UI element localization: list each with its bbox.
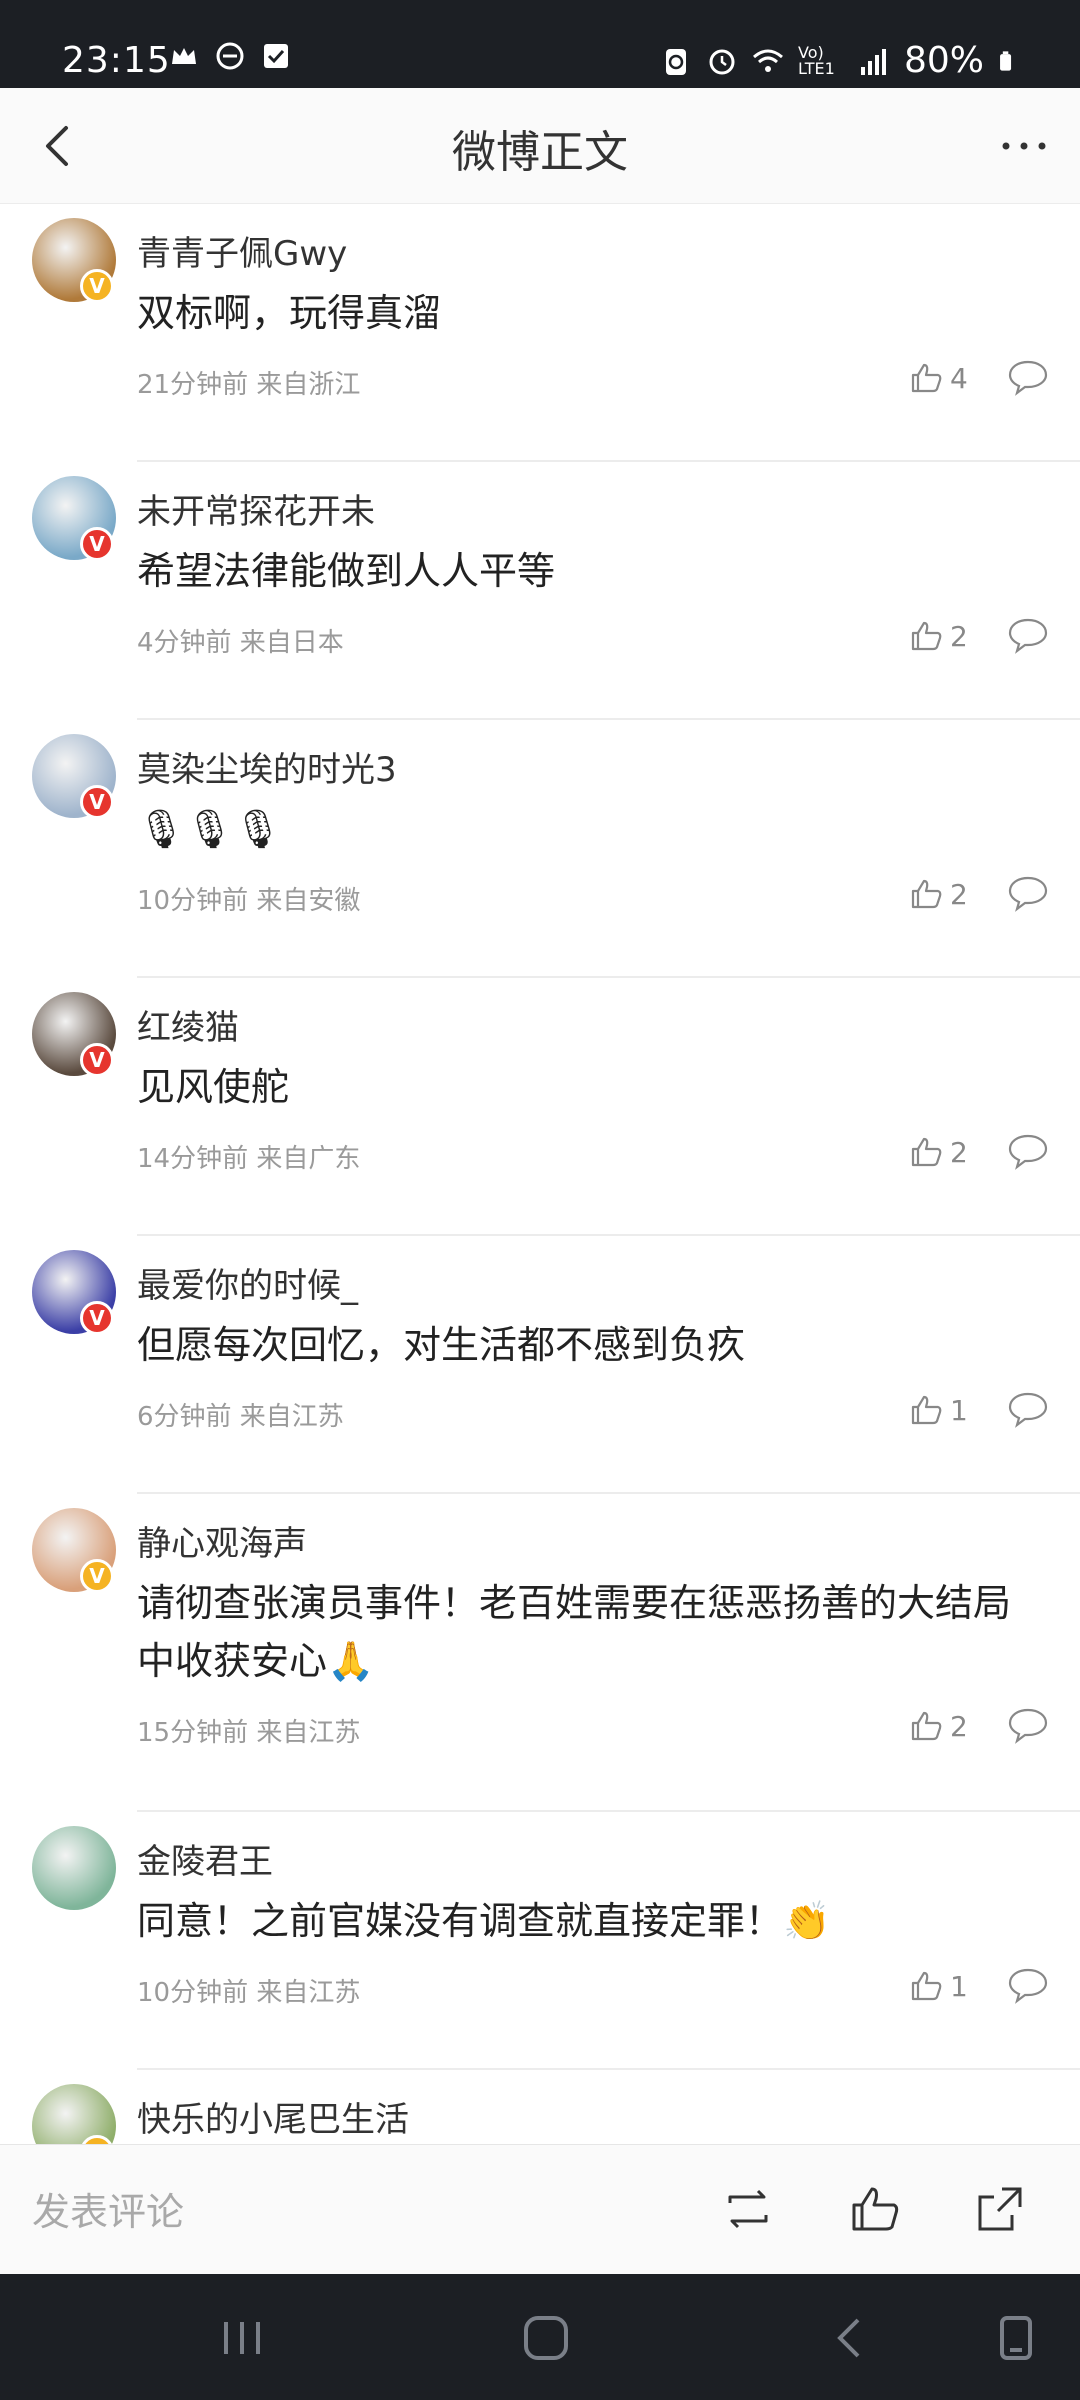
comment-item: V 未开常探花开未希望法律能做到人人平等 4分钟前 来自日本 2 [0,462,1080,720]
home-icon[interactable] [518,2314,574,2362]
comment-meta: 6分钟前 来自江苏 [137,1402,344,1432]
comment-text: 但愿每次回忆，对生活都不感到负疚 [137,1323,746,1367]
comment-item: V 静心观海声请彻查张演员事件！老百姓需要在惩恶扬善的大结局中收获安心🙏 15分钟前… [0,1494,1080,1812]
comment-like-button[interactable]: 2 [910,1704,980,1748]
comment-username[interactable]: 最爱你的时候_ [137,1258,358,1307]
reply-icon[interactable] [1006,614,1050,658]
recycle-icon [665,48,686,75]
top-app-bar: 微博正文 [0,88,1080,204]
like-count: 1 [950,1393,968,1427]
comment-username[interactable]: 金陵君王 [137,1834,273,1883]
like-count: 4 [950,361,968,395]
comment-text: 同意！之前官媒没有调查就直接定罪！👏 [137,1899,831,1943]
verified-badge-icon: V [80,1301,114,1335]
comment-username[interactable]: 未开常探花开未 [137,484,375,533]
verified-badge-icon: V [80,269,114,303]
comment-item: V 最爱你的时候_ 但愿每次回忆，对生活都不感到负疚 6分钟前 来自江苏 1 [0,1236,1080,1494]
comment-item: V快乐的小尾巴生活 [0,2070,1080,2144]
comment-list: V 青青子佩Gwy 双标啊，玩得真溜 21分钟前 来自浙江 4 V 未开常探花开未希望法律能… [0,204,1080,2144]
share-icon[interactable] [972,2181,1028,2237]
thumbs-up-icon [911,1395,942,1425]
comment-like-button[interactable]: 1 [910,1964,980,2008]
phone-toggle-icon[interactable] [990,2314,1046,2362]
dnd-icon [216,42,244,70]
comment-input[interactable]: 发表评论 [32,2181,184,2236]
battery-icon [1000,50,1012,71]
crown-icon [172,48,196,64]
comment-item: V 青青子佩Gwy 双标啊，玩得真溜 21分钟前 来自浙江 4 [0,204,1080,462]
verified-badge-icon: V [80,527,114,561]
reply-icon[interactable] [1006,872,1050,916]
comment-like-button[interactable]: 2 [910,614,980,658]
comment-username[interactable]: 快乐的小尾巴生活 [137,2092,409,2141]
comment-meta: 10分钟前 来自江苏 [137,1978,361,2008]
wifi-icon [753,49,783,72]
comment-meta: 10分钟前 来自安徽 [137,886,361,916]
comment-text: 见风使舵 [137,1065,290,1109]
thumbs-up-icon [911,879,942,909]
avatar[interactable] [32,1826,116,1910]
comment-username[interactable]: 静心观海声 [137,1516,307,1565]
comment-meta: 21分钟前 来自浙江 [137,370,361,400]
verified-badge-icon: V [80,785,114,819]
comment-like-button[interactable]: 4 [910,356,980,400]
page-title: 微博正文 [452,127,628,178]
thumbs-up-icon [911,1971,942,2001]
comment-item: V 莫染尘埃的时光3 🎙🎙🎙 10分钟前 来自安徽 2 [0,720,1080,978]
back-nav-icon[interactable] [822,2314,878,2362]
reply-icon[interactable] [1006,356,1050,400]
like-count: 2 [950,1135,968,1169]
more-options-button[interactable] [996,118,1052,174]
comment-item: 金陵君王同意！之前官媒没有调查就直接定罪！👏 10分钟前 来自江苏 1 [0,1812,1080,2070]
verified-badge-icon: V [80,1559,114,1593]
thumbs-up-icon [911,1137,942,1167]
reply-icon[interactable] [1006,1388,1050,1432]
comment-meta: 4分钟前 来自日本 [137,628,344,658]
comment-username[interactable]: 莫染尘埃的时光3 [137,742,397,791]
repost-icon[interactable] [720,2181,776,2237]
signal-icon [860,48,886,75]
verified-badge-icon: V [80,1043,114,1077]
system-nav-bar [0,2274,1080,2400]
network-label: Vo) LTE1 [797,42,835,78]
comment-meta: 15分钟前 来自江苏 [137,1718,361,1748]
bottom-action-bar: 发表评论 [0,2144,1080,2274]
thumbs-up-icon [911,363,942,393]
comment-like-button[interactable]: 2 [910,1130,980,1174]
comment-text: 希望法律能做到人人平等 [137,549,556,593]
recent-apps-icon[interactable] [214,2314,270,2362]
like-icon[interactable] [848,2181,904,2237]
comment-username[interactable]: 红绫猫 [137,1000,239,1049]
thumbs-up-icon [911,1711,942,1741]
comment-text: 双标啊，玩得真溜 [137,291,442,335]
status-right-icons: Vo) LTE1 80% [660,40,1020,81]
status-left-icons [168,40,292,72]
comment-item: V 红绫猫见风使舵 14分钟前 来自广东 2 [0,978,1080,1236]
status-bar: 23:15 Vo) LTE1 80% [0,0,1080,88]
checkbox-icon [264,44,288,68]
like-count: 2 [950,1709,968,1743]
comment-like-button[interactable]: 2 [910,872,980,916]
comment-text: 🎙🎙🎙 [137,807,282,851]
comment-meta: 14分钟前 来自广东 [137,1144,361,1174]
thumbs-up-icon [911,621,942,651]
like-count: 2 [950,877,968,911]
like-count: 1 [950,1969,968,2003]
reply-icon[interactable] [1006,1130,1050,1174]
status-time: 23:15 [62,40,171,81]
like-count: 2 [950,619,968,653]
reply-icon[interactable] [1006,1704,1050,1748]
reply-icon[interactable] [1006,1964,1050,2008]
alarm-icon [709,49,735,74]
comment-username[interactable]: 青青子佩Gwy [137,226,347,275]
comment-like-button[interactable]: 1 [910,1388,980,1432]
battery-percent: 80% [903,40,984,81]
avatar[interactable] [32,2084,116,2144]
comment-text: 请彻查张演员事件！老百姓需要在惩恶扬善的大结局中收获安心🙏 [137,1581,1012,1683]
